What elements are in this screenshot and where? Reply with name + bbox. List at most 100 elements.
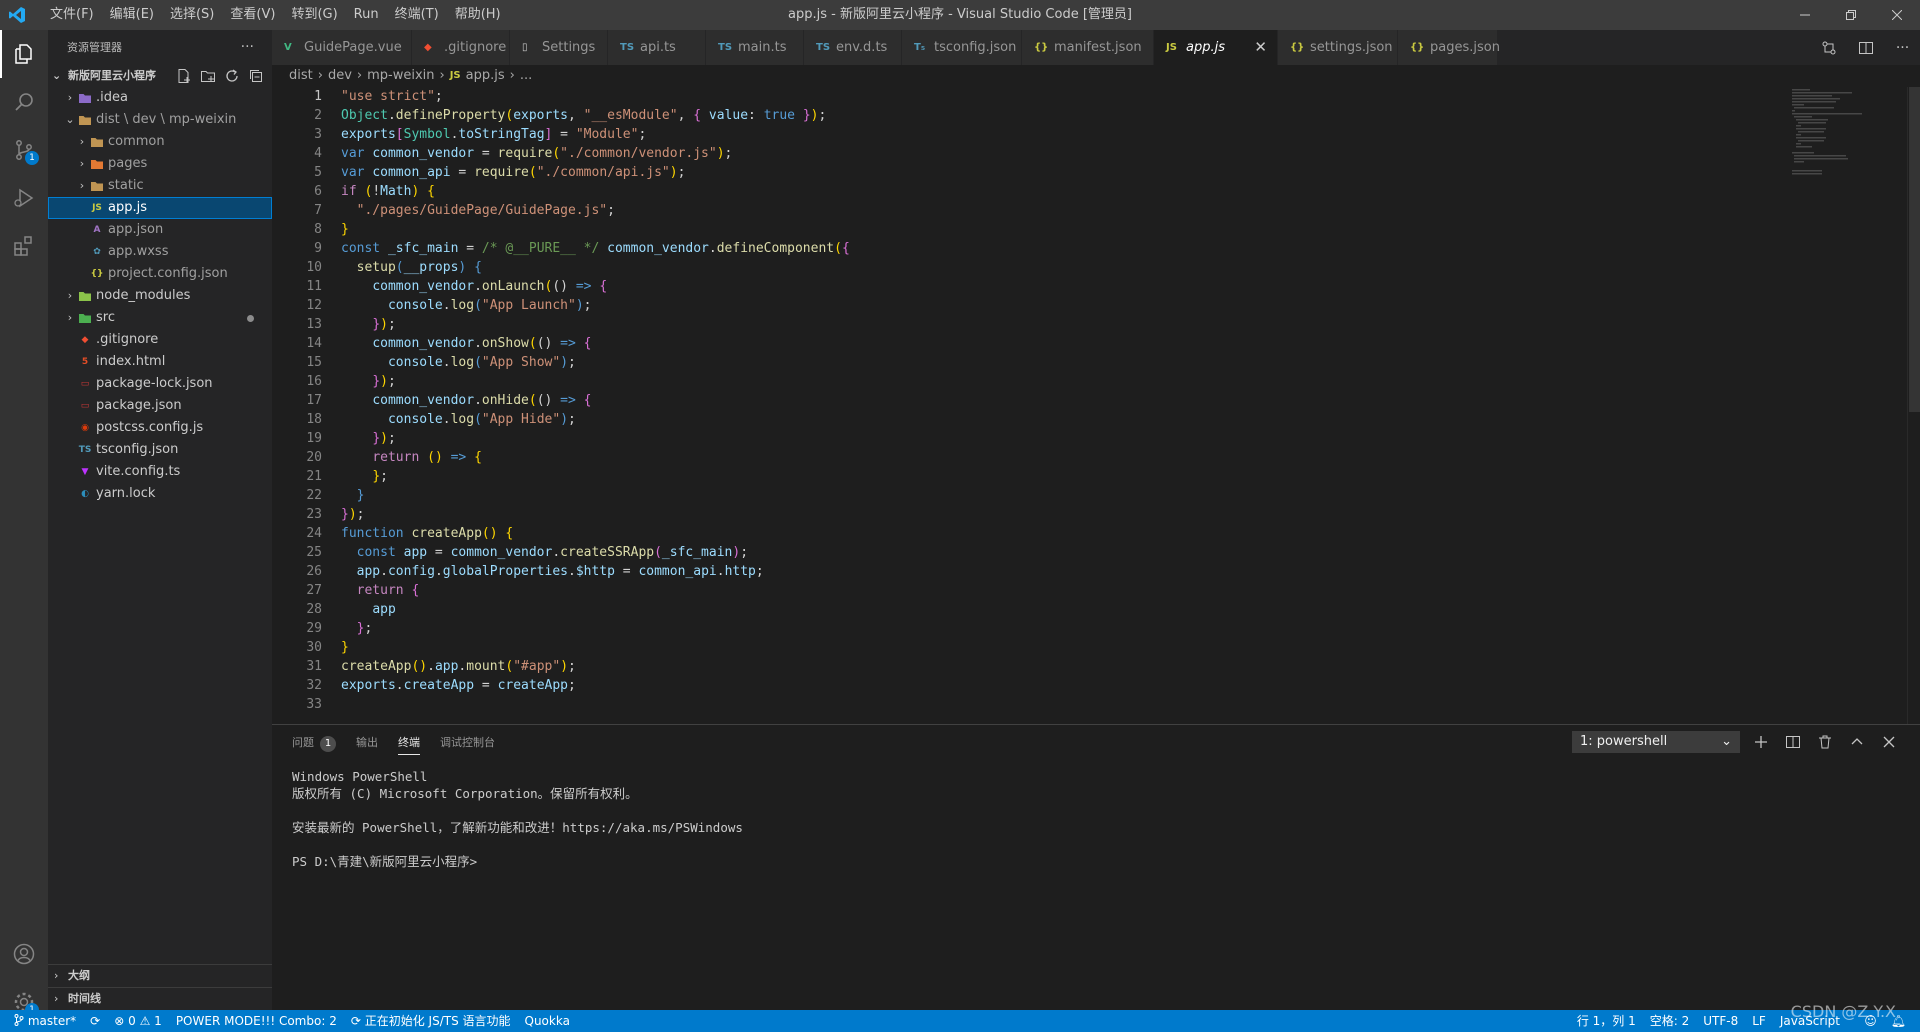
tree-item[interactable]: › src bbox=[48, 307, 272, 329]
tree-item[interactable]: › node_modules bbox=[48, 285, 272, 307]
code-line[interactable]: return () => { bbox=[341, 448, 850, 467]
encoding[interactable]: UTF-8 bbox=[1703, 1010, 1738, 1032]
split-terminal-icon[interactable] bbox=[1784, 733, 1802, 751]
tree-item[interactable]: › static bbox=[48, 175, 272, 197]
editor-tab[interactable]: {} manifest.json bbox=[1022, 30, 1154, 65]
code-line[interactable]: console.log("App Launch"); bbox=[341, 296, 850, 315]
code-line[interactable] bbox=[341, 695, 850, 714]
tree-item[interactable]: › .idea bbox=[48, 87, 272, 109]
breadcrumb-item[interactable]: mp-weixin bbox=[367, 65, 434, 87]
code-line[interactable]: app bbox=[341, 600, 850, 619]
tree-item[interactable]: ▭ package.json bbox=[48, 395, 272, 417]
indentation[interactable]: 空格: 2 bbox=[1650, 1010, 1690, 1032]
menu-item[interactable]: 查看(V) bbox=[222, 0, 283, 30]
code-line[interactable]: function createApp() { bbox=[341, 524, 850, 543]
source-control-icon[interactable]: 1 bbox=[0, 126, 48, 174]
panel-tab[interactable]: 输出 bbox=[356, 725, 378, 760]
breadcrumb-item[interactable]: app.js bbox=[466, 65, 505, 87]
editor-tab[interactable]: V GuidePage.vue bbox=[272, 30, 412, 65]
minimap[interactable] bbox=[1792, 87, 1902, 177]
accounts-icon[interactable] bbox=[0, 930, 48, 978]
scrollbar-thumb[interactable] bbox=[1909, 87, 1920, 412]
code-line[interactable]: var common_vendor = require("./common/ve… bbox=[341, 144, 850, 163]
code-line[interactable]: console.log("App Hide"); bbox=[341, 410, 850, 429]
menu-item[interactable]: 终端(T) bbox=[387, 0, 447, 30]
breadcrumb-item[interactable]: dev bbox=[328, 65, 352, 87]
editor-tab[interactable]: T₅ tsconfig.json bbox=[902, 30, 1022, 65]
branch-status[interactable]: master* bbox=[14, 1010, 76, 1032]
editor-tab[interactable]: TS env.d.ts bbox=[804, 30, 902, 65]
terminal-selector[interactable]: 1: powershell ⌄ bbox=[1572, 731, 1740, 753]
code-lines[interactable]: "use strict"; Object.defineProperty(expor… bbox=[341, 87, 850, 714]
more-actions-icon[interactable]: ··· bbox=[241, 30, 254, 65]
code-line[interactable]: createApp().app.mount("#app"); bbox=[341, 657, 850, 676]
menu-item[interactable]: 文件(F) bbox=[42, 0, 102, 30]
tree-item[interactable]: ⌄ dist \ dev \ mp-weixin bbox=[48, 109, 272, 131]
code-editor[interactable]: 1 2 3 4 5 6 7 8 9 10 11 12 13 14 15 16 17 18 19 20 21 22 23 24 2… bbox=[272, 87, 1920, 724]
tree-item[interactable]: TS tsconfig.json bbox=[48, 439, 272, 461]
tree-item[interactable]: ▭ package-lock.json bbox=[48, 373, 272, 395]
more-actions-icon[interactable]: ··· bbox=[1896, 40, 1909, 56]
code-line[interactable]: exports[Symbol.toStringTag] = "Module"; bbox=[341, 125, 850, 144]
panel-tab[interactable]: 终端 bbox=[398, 725, 420, 760]
editor-tab[interactable]: TS main.ts bbox=[706, 30, 804, 65]
problems-status[interactable]: ⊗ 0 ⚠ 1 bbox=[114, 1010, 162, 1032]
menu-item[interactable]: 选择(S) bbox=[162, 0, 222, 30]
close-window-button[interactable] bbox=[1874, 0, 1920, 30]
editor-tab[interactable]: ▯ Settings bbox=[510, 30, 608, 65]
refresh-icon[interactable] bbox=[224, 68, 240, 84]
menu-item[interactable]: 帮助(H) bbox=[447, 0, 509, 30]
maximize-panel-icon[interactable] bbox=[1848, 733, 1866, 751]
code-line[interactable]: var common_api = require("./common/api.j… bbox=[341, 163, 850, 182]
breadcrumb-item[interactable]: dist bbox=[289, 65, 313, 87]
tree-item[interactable]: ▼ vite.config.ts bbox=[48, 461, 272, 483]
panel-tab[interactable]: 调试控制台 bbox=[440, 725, 495, 760]
explorer-icon[interactable] bbox=[0, 30, 48, 78]
menu-item[interactable]: 编辑(E) bbox=[102, 0, 162, 30]
code-line[interactable]: exports.createApp = createApp; bbox=[341, 676, 850, 695]
code-line[interactable]: console.log("App Show"); bbox=[341, 353, 850, 372]
new-folder-icon[interactable] bbox=[200, 68, 216, 84]
new-file-icon[interactable] bbox=[176, 68, 192, 84]
code-line[interactable]: common_vendor.onLaunch(() => { bbox=[341, 277, 850, 296]
close-panel-icon[interactable] bbox=[1880, 733, 1898, 751]
code-line[interactable]: } bbox=[341, 220, 850, 239]
menu-item[interactable]: Run bbox=[346, 0, 387, 30]
tree-item[interactable]: ◐ yarn.lock bbox=[48, 483, 272, 505]
code-line[interactable]: common_vendor.onHide(() => { bbox=[341, 391, 850, 410]
tree-item[interactable]: › common bbox=[48, 131, 272, 153]
code-line[interactable]: const _sfc_main = /* @__PURE__ */ common… bbox=[341, 239, 850, 258]
tree-item[interactable]: {} project.config.json bbox=[48, 263, 272, 285]
code-line[interactable]: Object.defineProperty(exports, "__esModu… bbox=[341, 106, 850, 125]
restore-button[interactable] bbox=[1828, 0, 1874, 30]
code-line[interactable]: }; bbox=[341, 467, 850, 486]
cursor-position[interactable]: 行 1，列 1 bbox=[1577, 1010, 1636, 1032]
sync-icon[interactable]: ⟳ bbox=[90, 1010, 100, 1032]
trash-icon[interactable] bbox=[1816, 733, 1834, 751]
tree-item[interactable]: ◉ postcss.config.js bbox=[48, 417, 272, 439]
code-line[interactable]: }; bbox=[341, 619, 850, 638]
editor-tab[interactable]: TS api.ts bbox=[608, 30, 706, 65]
code-line[interactable]: app.config.globalProperties.$http = comm… bbox=[341, 562, 850, 581]
code-line[interactable]: }); bbox=[341, 429, 850, 448]
collapse-all-icon[interactable] bbox=[248, 68, 264, 84]
editor-tab[interactable]: ◆ .gitignore bbox=[412, 30, 510, 65]
split-editor-icon[interactable] bbox=[1858, 40, 1874, 56]
code-line[interactable]: }); bbox=[341, 505, 850, 524]
terminal-output[interactable]: Windows PowerShell 版权所有 (C) Microsoft Cor… bbox=[292, 768, 743, 870]
tree-item[interactable]: 5 index.html bbox=[48, 351, 272, 373]
ts-status[interactable]: ⟳ 正在初始化 JS/TS 语言功能 bbox=[351, 1010, 511, 1032]
code-line[interactable]: "use strict"; bbox=[341, 87, 850, 106]
menu-item[interactable]: 转到(G) bbox=[283, 0, 345, 30]
editor-tab[interactable]: {} settings.json bbox=[1278, 30, 1398, 65]
tree-item[interactable]: Aapp.json bbox=[48, 219, 272, 241]
new-terminal-icon[interactable] bbox=[1752, 733, 1770, 751]
breadcrumb-item[interactable]: ... bbox=[520, 65, 532, 87]
editor-scrollbar[interactable] bbox=[1907, 87, 1920, 724]
power-mode-status[interactable]: POWER MODE!!! Combo: 2 bbox=[176, 1010, 337, 1032]
run-debug-icon[interactable] bbox=[0, 174, 48, 222]
quokka-status[interactable]: Quokka bbox=[525, 1010, 570, 1032]
tree-item[interactable]: JS app.js bbox=[48, 197, 272, 219]
panel-tab[interactable]: 问题 1 bbox=[292, 725, 336, 760]
search-icon[interactable] bbox=[0, 78, 48, 126]
